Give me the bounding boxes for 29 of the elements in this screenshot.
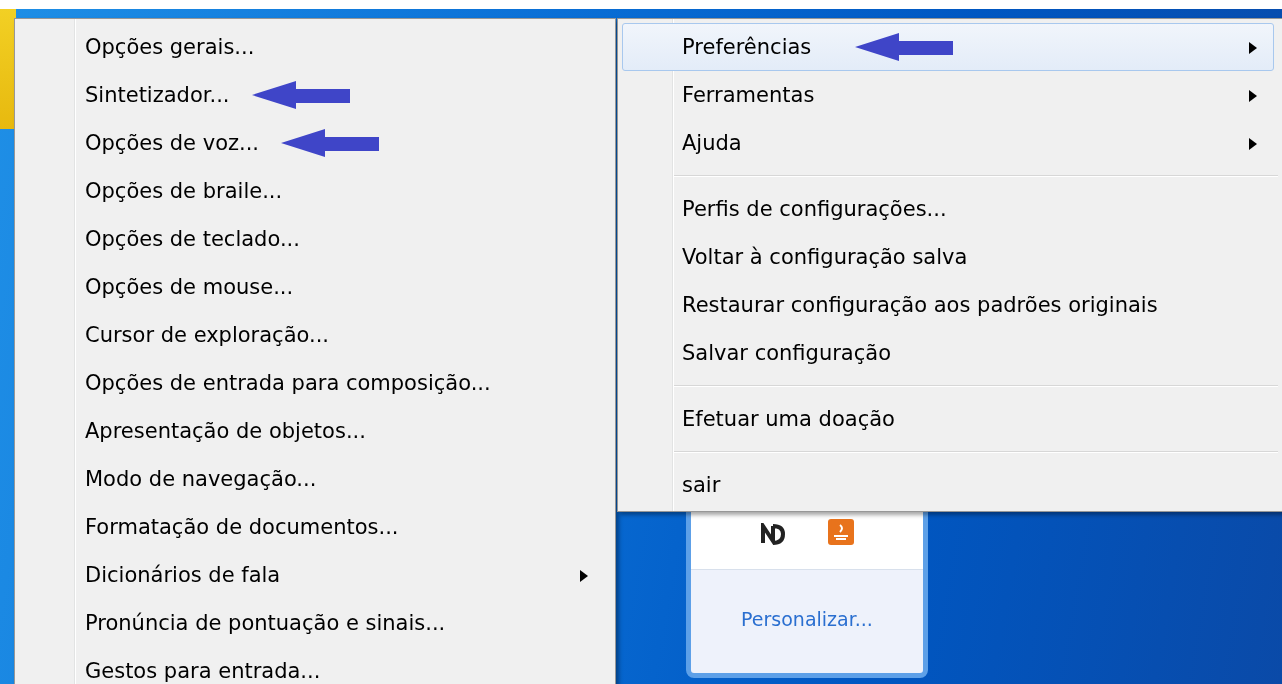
menu-item[interactable]: Cursor de exploração... <box>17 311 613 359</box>
submenu-arrow-icon <box>580 570 588 582</box>
submenu-arrow-icon <box>1249 90 1257 102</box>
menu-item[interactable]: Efetuar uma doação <box>622 395 1274 443</box>
menu-item[interactable]: sair <box>622 461 1274 509</box>
menu-item[interactable]: Sintetizador... <box>17 71 613 119</box>
menu-item[interactable]: Opções gerais... <box>17 23 613 71</box>
menu-item[interactable]: Opções de entrada para composição... <box>17 359 613 407</box>
menu-item[interactable]: Modo de navegação... <box>17 455 613 503</box>
menu-item[interactable]: Salvar configuração <box>622 329 1274 377</box>
customize-link[interactable]: Personalizar... <box>741 608 873 630</box>
menu-item[interactable]: Preferências <box>622 23 1274 71</box>
menu-item[interactable]: Opções de braile... <box>17 167 613 215</box>
submenu-arrow-icon <box>1249 138 1257 150</box>
menu-item[interactable]: Ajuda <box>622 119 1274 167</box>
menu-item[interactable]: Apresentação de objetos... <box>17 407 613 455</box>
menu-item[interactable]: Opções de voz... <box>17 119 613 167</box>
menu-item[interactable]: Perfis de configurações... <box>622 185 1274 233</box>
menu-item[interactable]: Formatação de documentos... <box>17 503 613 551</box>
menu-item[interactable]: Pronúncia de pontuação e sinais... <box>17 599 613 647</box>
app-icon <box>760 523 786 545</box>
menu-item[interactable]: Gestos para entrada... <box>17 647 613 684</box>
submenu-arrow-icon <box>1249 42 1257 54</box>
menu-item[interactable]: Ferramentas <box>622 71 1274 119</box>
menu-item[interactable]: Voltar à configuração salva <box>622 233 1274 281</box>
menu-item[interactable]: Opções de mouse... <box>17 263 613 311</box>
menu-item[interactable]: Dicionários de fala <box>17 551 613 599</box>
menu-item[interactable]: Restaurar configuração aos padrões originais <box>622 281 1274 329</box>
menu-item[interactable]: Opções de teclado... <box>17 215 613 263</box>
